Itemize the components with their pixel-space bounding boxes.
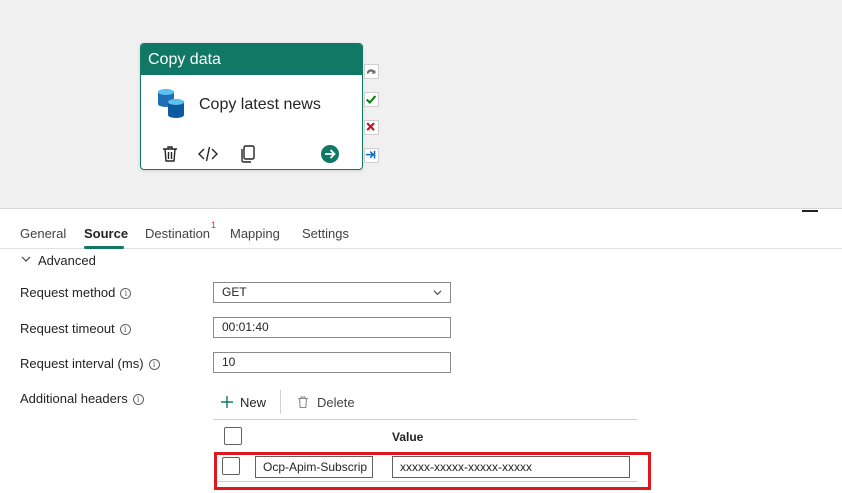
request-timeout-label: Request timeout i	[20, 321, 131, 336]
tab-settings[interactable]: Settings	[302, 226, 349, 241]
database-icon	[158, 89, 184, 118]
tab-mapping[interactable]: Mapping	[230, 226, 280, 241]
highlight-box	[214, 452, 651, 490]
info-icon[interactable]: i	[148, 359, 160, 370]
activity-name: Copy latest news	[199, 96, 321, 113]
chevron-down-icon	[433, 290, 442, 296]
properties-tabs: General Source Destination Mapping Setti…	[0, 212, 842, 249]
chevron-down-icon	[21, 256, 31, 262]
info-icon[interactable]: i	[132, 394, 144, 405]
value-column-header: Value	[392, 430, 424, 444]
completion-icon[interactable]	[364, 148, 379, 163]
tab-destination[interactable]: Destination	[145, 226, 210, 241]
select-all-checkbox[interactable]	[224, 427, 242, 445]
request-method-label-text: Request method	[20, 285, 116, 300]
activity-type-label: Copy data	[141, 44, 362, 75]
delete-icon[interactable]	[160, 144, 180, 164]
fail-icon[interactable]	[364, 120, 379, 135]
request-method-select[interactable]: GET	[213, 282, 451, 303]
toolbar-divider	[280, 390, 281, 414]
advanced-toggle[interactable]: Advanced	[20, 253, 96, 268]
delete-header-button[interactable]: Delete	[296, 395, 355, 410]
request-method-value: GET	[222, 285, 247, 299]
request-timeout-label-text: Request timeout	[20, 321, 115, 336]
tab-source[interactable]: Source	[84, 226, 128, 241]
delete-header-label: Delete	[317, 395, 355, 410]
headers-toolbar: New Delete	[213, 389, 637, 420]
new-header-label: New	[240, 395, 267, 410]
info-icon[interactable]: i	[119, 324, 131, 335]
code-icon[interactable]	[198, 144, 218, 164]
trash-icon	[298, 396, 308, 409]
new-header-button[interactable]: New	[220, 395, 266, 410]
request-interval-input[interactable]: 10	[213, 352, 451, 373]
info-icon[interactable]: i	[120, 288, 132, 299]
go-arrow-icon[interactable]	[320, 144, 340, 164]
success-icon[interactable]	[364, 92, 379, 107]
skip-icon[interactable]	[364, 64, 379, 79]
request-interval-label: Request interval (ms) i	[20, 356, 160, 371]
additional-headers-label-text: Additional headers	[20, 391, 128, 406]
request-method-label: Request method i	[20, 285, 132, 300]
request-interval-label-text: Request interval (ms)	[20, 356, 144, 371]
request-timeout-input[interactable]: 00:01:40	[213, 317, 451, 338]
copy-icon[interactable]	[238, 144, 258, 164]
additional-headers-label: Additional headers i	[20, 391, 144, 406]
advanced-label: Advanced	[38, 253, 96, 268]
copy-data-activity[interactable]: Copy data Copy latest news	[140, 43, 363, 170]
tab-general[interactable]: General	[20, 226, 66, 241]
plus-icon	[221, 396, 233, 408]
pipeline-canvas[interactable]: Copy data Copy latest news	[0, 0, 842, 209]
active-tab-indicator	[84, 246, 124, 249]
destination-error-badge: 1	[211, 220, 217, 230]
